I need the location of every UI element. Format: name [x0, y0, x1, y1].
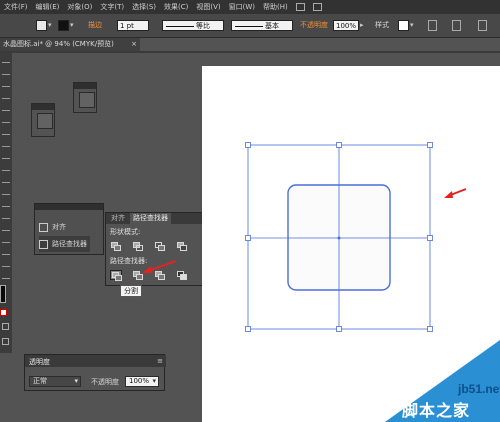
red-arrow-annotation: [444, 188, 467, 198]
watermark-site: jb51.net: [458, 382, 500, 396]
watermark-logo-text: 脚本之家: [402, 401, 471, 420]
center-point: [337, 236, 341, 240]
red-arrow-to-divide: [142, 260, 177, 273]
